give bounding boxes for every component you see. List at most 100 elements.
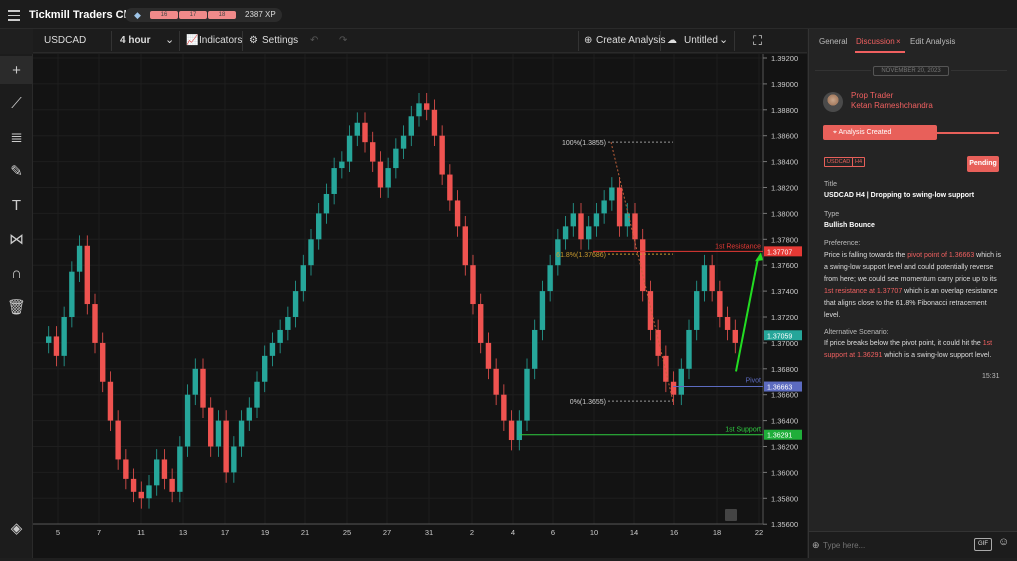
pivot-label: Pivot bbox=[745, 378, 761, 385]
settings-button[interactable]: Settings bbox=[262, 35, 298, 46]
candle-body bbox=[416, 103, 422, 117]
candle-body bbox=[632, 213, 638, 240]
current-price-tag: 1.37059 bbox=[767, 333, 792, 340]
message-input[interactable] bbox=[823, 538, 963, 553]
price-tick-label: 1.38800 bbox=[771, 106, 798, 115]
candle-body bbox=[316, 213, 322, 240]
pattern-tool-icon[interactable]: ⋈ bbox=[0, 225, 33, 253]
menu-icon[interactable] bbox=[8, 10, 20, 24]
price-tick-label: 1.37400 bbox=[771, 287, 798, 296]
candle-body bbox=[262, 355, 268, 382]
preference-text: Price is falling towards the pivot point… bbox=[824, 252, 1002, 319]
candle-body bbox=[76, 245, 83, 272]
candle-body bbox=[431, 109, 438, 136]
price-tick-label: 1.36200 bbox=[771, 443, 798, 452]
candle-body bbox=[424, 103, 430, 110]
indicators-button[interactable]: Indicators bbox=[199, 35, 242, 46]
date-tick-label: 16 bbox=[670, 528, 678, 537]
candle-body bbox=[717, 291, 723, 317]
candle-body bbox=[539, 291, 546, 330]
candle-body bbox=[694, 291, 700, 330]
magnet-icon[interactable]: ∩ bbox=[0, 259, 33, 287]
app-title: Tickmill Traders Club bbox=[29, 9, 141, 21]
candle-body bbox=[400, 135, 407, 149]
chart-canvas[interactable]: 1.39200 1.39000 1.38800 1.38600 1.38400 1.382… bbox=[33, 54, 807, 558]
brush-icon[interactable]: ✎ bbox=[0, 157, 33, 185]
candle-body bbox=[732, 329, 738, 343]
layout-name[interactable]: Untitled bbox=[684, 35, 718, 46]
title-value: USDCAD H4 | Dropping to swing-low suppor… bbox=[824, 192, 975, 199]
emoji-icon[interactable]: ☺ bbox=[998, 536, 1009, 548]
date-tick-label: 4 bbox=[511, 528, 515, 537]
candle-body bbox=[485, 342, 492, 369]
level-badge: 16 bbox=[150, 11, 178, 19]
candle-body bbox=[308, 239, 314, 266]
candle-body bbox=[670, 381, 677, 395]
candle-body bbox=[647, 291, 654, 330]
fullscreen-icon[interactable]: ⛶ bbox=[753, 33, 762, 49]
projection-arrow bbox=[735, 258, 759, 372]
trendline-icon[interactable]: ⟋ bbox=[0, 89, 33, 117]
price-tick-label: 1.37600 bbox=[771, 261, 798, 270]
price-tick-label: 1.38600 bbox=[771, 132, 798, 141]
create-analysis-button[interactable]: Create Analysis bbox=[596, 35, 665, 46]
banner-text: Analysis Created bbox=[838, 129, 892, 136]
fib-label-0: 0%(1.3655) bbox=[570, 399, 606, 406]
chevron-down-icon[interactable]: ⌄ bbox=[719, 33, 728, 46]
date-tick-label: 5 bbox=[56, 528, 60, 537]
date-tick-label: 2 bbox=[470, 528, 474, 537]
trash-icon[interactable]: 🗑 bbox=[0, 293, 33, 321]
tab-general[interactable]: General bbox=[819, 37, 847, 46]
candle-body bbox=[532, 329, 538, 369]
candle-body bbox=[439, 135, 445, 175]
undo-icon[interactable]: ↶ bbox=[310, 35, 318, 46]
price-tick-label: 1.38400 bbox=[771, 158, 798, 167]
avatar bbox=[823, 92, 843, 112]
tab-edit-analysis[interactable]: Edit Analysis bbox=[910, 37, 955, 46]
candle-body bbox=[454, 200, 461, 227]
text-tool-icon[interactable]: T bbox=[0, 191, 33, 219]
candle-body bbox=[370, 142, 376, 162]
xp-progress: ◆ 16 17 18 2387 XP bbox=[125, 8, 282, 22]
timeframe-select[interactable]: 4 hour bbox=[120, 35, 151, 46]
candle-body bbox=[215, 420, 222, 447]
date-tick-label: 21 bbox=[301, 528, 309, 537]
price-tick-label: 1.38200 bbox=[771, 184, 798, 193]
date-tick-label: 19 bbox=[261, 528, 269, 537]
candle-body bbox=[130, 478, 137, 492]
crosshair-icon[interactable]: + bbox=[0, 56, 33, 84]
user-name[interactable]: Ketan Rameshchandra bbox=[851, 101, 933, 110]
price-tick-label: 1.39200 bbox=[771, 54, 798, 63]
candle-body bbox=[377, 161, 384, 188]
analysis-created-banner: ⌖ Analysis Created bbox=[823, 125, 937, 140]
candle-body bbox=[524, 368, 530, 421]
analysis-panel: General Discussion × Edit Analysis NOVEM… bbox=[808, 29, 1017, 558]
candle-body bbox=[238, 420, 245, 447]
gif-button[interactable]: GIF bbox=[974, 538, 992, 551]
type-label: Type bbox=[824, 211, 840, 218]
gear-icon: ⚙ bbox=[249, 35, 258, 46]
symbol-select[interactable]: USDCAD bbox=[44, 35, 86, 46]
candle-body bbox=[100, 342, 106, 382]
tab-discussion[interactable]: Discussion bbox=[856, 37, 895, 46]
candle-body bbox=[123, 459, 129, 479]
candle-body bbox=[69, 271, 75, 317]
date-tick-label: 13 bbox=[179, 528, 187, 537]
timeframe-tag: H4 bbox=[852, 157, 866, 167]
fib-tool-icon[interactable]: ≣ bbox=[0, 123, 33, 151]
candle-body bbox=[246, 407, 252, 421]
layers-icon[interactable]: ◈ bbox=[0, 514, 33, 542]
candle-body bbox=[323, 193, 330, 214]
candle-body bbox=[53, 336, 60, 356]
candle-body bbox=[562, 226, 569, 240]
close-icon[interactable]: × bbox=[896, 37, 901, 46]
price-chart[interactable]: 1.39200 1.39000 1.38800 1.38600 1.38400 1.382… bbox=[33, 54, 807, 558]
fib-label-618: 61.8%(1.37686) bbox=[556, 252, 606, 259]
price-tick-label: 1.39000 bbox=[771, 80, 798, 89]
candle-body bbox=[470, 265, 476, 305]
candle-body bbox=[724, 317, 731, 330]
chevron-down-icon[interactable]: ⌄ bbox=[165, 33, 174, 46]
candle-body bbox=[609, 187, 615, 201]
add-icon[interactable]: ⊕ bbox=[812, 540, 820, 551]
redo-icon[interactable]: ↷ bbox=[339, 35, 347, 46]
